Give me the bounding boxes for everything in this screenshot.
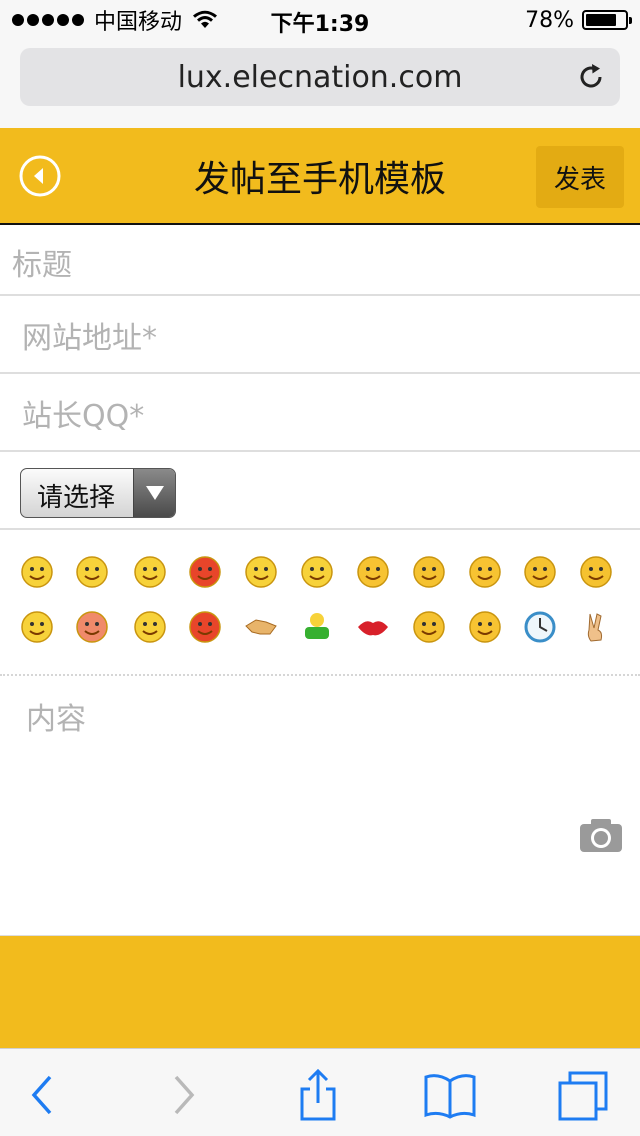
title-field[interactable]: 标题 [0, 226, 640, 296]
frown-emoticon-icon[interactable] [75, 555, 109, 589]
chevron-left-icon[interactable] [14, 1067, 70, 1123]
category-select-row: 请选择 [0, 452, 640, 530]
footer-bar [0, 936, 640, 1048]
cry-emoticon-icon[interactable] [523, 555, 557, 589]
battery-percent: 78% [525, 7, 574, 33]
handshake-emoticon-icon[interactable] [244, 610, 278, 644]
reload-icon[interactable] [576, 62, 606, 92]
sick-emoticon-icon[interactable] [133, 610, 167, 644]
url-text[interactable]: lux.elecnation.com [50, 60, 590, 95]
category-select[interactable]: 请选择 [20, 468, 176, 518]
grin-emoticon-icon[interactable] [133, 555, 167, 589]
camera-icon[interactable] [580, 818, 622, 852]
browser-url-area: lux.elecnation.com [0, 40, 640, 128]
title-placeholder: 标题 [12, 248, 72, 283]
blush-emoticon-icon[interactable] [356, 555, 390, 589]
webmaster-qq-field[interactable]: 站长QQ* [0, 374, 640, 452]
dropdown-arrow-icon [133, 469, 175, 517]
publish-button[interactable]: 发表 [536, 146, 624, 208]
shy-emoticon-icon[interactable] [412, 555, 446, 589]
lips-emoticon-icon[interactable] [356, 610, 390, 644]
browser-toolbar [0, 1048, 640, 1136]
page-header: 发帖至手机模板 发表 [0, 128, 640, 225]
content-placeholder: 内容 [26, 702, 86, 737]
laugh-emoticon-icon[interactable] [579, 555, 613, 589]
chevron-right-icon[interactable] [156, 1067, 212, 1123]
victory-emoticon-icon[interactable] [579, 610, 613, 644]
content-textarea[interactable]: 内容 [0, 676, 640, 936]
bookmarks-icon[interactable] [422, 1067, 478, 1123]
annoyed-emoticon-icon[interactable] [188, 610, 222, 644]
battery-fill [586, 14, 616, 26]
share-icon[interactable] [290, 1067, 346, 1123]
emoticon-panel [0, 530, 640, 676]
status-right: 78% [525, 6, 632, 34]
tabs-icon[interactable] [556, 1067, 612, 1123]
silent-emoticon-icon[interactable] [412, 610, 446, 644]
battery-icon [582, 10, 632, 30]
category-select-value: 请选择 [37, 483, 116, 513]
tongue-emoticon-icon[interactable] [300, 555, 334, 589]
website-url-placeholder: 网站地址* [22, 321, 157, 356]
sweat-emoticon-icon[interactable] [468, 555, 502, 589]
mad-emoticon-icon[interactable] [75, 610, 109, 644]
address-bar[interactable]: lux.elecnation.com [20, 48, 620, 106]
hug-emoticon-icon[interactable] [300, 610, 334, 644]
website-url-field[interactable]: 网站地址* [0, 296, 640, 374]
clock-emoticon-icon[interactable] [523, 610, 557, 644]
screen: 中国移动 下午1:39 78% lux.elecnation.com 发帖至手机… [0, 0, 640, 1136]
status-bar: 中国移动 下午1:39 78% [0, 0, 640, 40]
surprised-emoticon-icon[interactable] [244, 555, 278, 589]
sleepy-emoticon-icon[interactable] [468, 610, 502, 644]
smile-emoticon-icon[interactable] [20, 555, 54, 589]
angry-emoticon-icon[interactable] [188, 555, 222, 589]
webmaster-qq-placeholder: 站长QQ* [22, 399, 145, 434]
happy-emoticon-icon[interactable] [20, 610, 54, 644]
